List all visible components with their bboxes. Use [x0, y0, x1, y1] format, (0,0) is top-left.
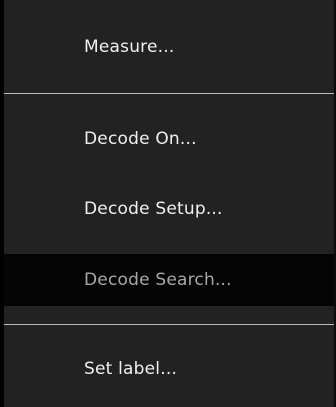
menu-item-decode-search: Decode Search...: [4, 254, 334, 306]
menu-separator: [4, 324, 334, 325]
menu-item-label: Decode On...: [84, 129, 197, 149]
menu-item-set-label[interactable]: Set label...: [4, 343, 334, 395]
menu-item-label: Decode Setup...: [84, 199, 223, 219]
menu-separator: [4, 93, 334, 94]
menu-item-decode-setup[interactable]: Decode Setup...: [4, 183, 334, 235]
context-menu: Measure... Decode On... Decode Setup... …: [0, 0, 336, 407]
menu-item-label: Set label...: [84, 359, 178, 379]
menu-item-measure[interactable]: Measure...: [4, 21, 334, 73]
menu-item-decode-on[interactable]: Decode On...: [4, 113, 334, 165]
menu-item-label: Measure...: [84, 37, 175, 57]
menu-item-label: Decode Search...: [84, 270, 232, 290]
